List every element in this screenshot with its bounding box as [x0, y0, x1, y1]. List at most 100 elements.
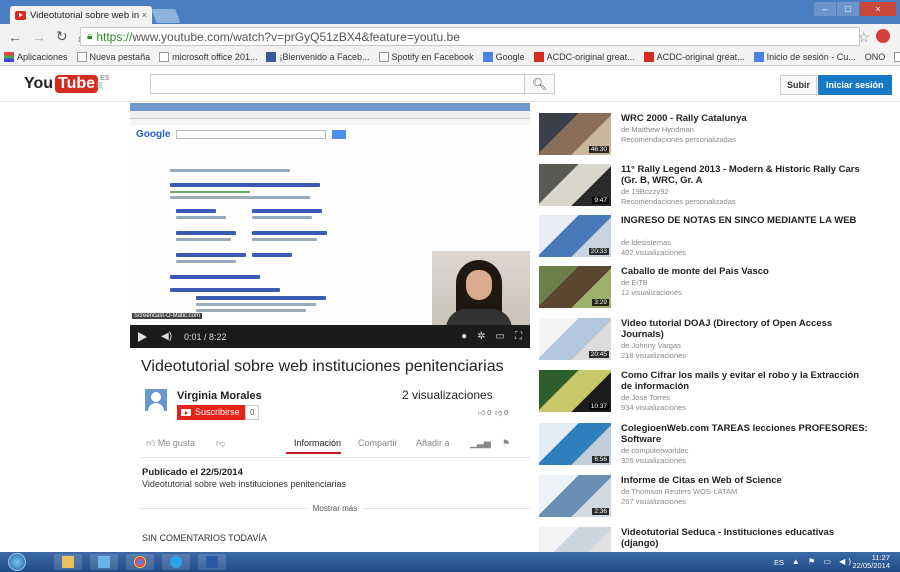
recommended-video[interactable]: 3:29 Caballo de monte del Pais Vasco de Ei…	[539, 266, 879, 316]
thumbs-down-icon: 👎︎	[216, 438, 226, 448]
video-thumbnail[interactable]: 20:45	[539, 318, 611, 360]
dislike-button[interactable]: 👎︎	[216, 438, 225, 449]
clock[interactable]: 11:27 22/05/2014	[852, 554, 890, 570]
bookmark-item[interactable]: ACDC-original great...	[533, 52, 635, 62]
like-count: 0	[487, 410, 492, 417]
recommended-title[interactable]: INGRESO DE NOTAS EN SINCO MEDIANTE LA WE…	[621, 215, 871, 226]
recommended-title[interactable]: 11° Rally Legend 2013 - Modern & Histori…	[621, 164, 871, 186]
recommended-video[interactable]: 20:33 INGRESO DE NOTAS EN SINCO MEDIANTE …	[539, 215, 879, 265]
language-indicator[interactable]: ES	[774, 558, 784, 567]
maximize-icon[interactable]: □	[837, 2, 859, 16]
like-button[interactable]: 👍︎ Me gusta	[146, 438, 195, 449]
tab-share[interactable]: Compartir	[358, 438, 398, 448]
recommended-video[interactable]: 6:56 ColegioenWeb.com TAREAS lecciones PR…	[539, 423, 879, 473]
close-window-icon[interactable]: ×	[860, 2, 896, 16]
recommended-title[interactable]: ColegioenWeb.com TAREAS lecciones PROFES…	[621, 423, 871, 445]
bookmark-item[interactable]: ACDC-original great...	[643, 52, 745, 62]
recommended-title[interactable]: Videotutorial Seduca - Instituciones edu…	[621, 527, 871, 549]
recommended-video[interactable]: 2:36 Informe de Citas en Web of Science de…	[539, 475, 879, 525]
page-bookmark-icon	[76, 52, 87, 62]
stats-icon[interactable]: ▁▃▅	[470, 438, 491, 449]
video-thumbnail[interactable]: 3:29	[539, 266, 611, 308]
video-duration: 10:37	[588, 403, 609, 410]
search-input[interactable]	[150, 74, 525, 94]
bookmark-star-icon[interactable]: ☆	[857, 29, 870, 46]
upload-button[interactable]: Subir	[780, 75, 818, 95]
bookmark-item[interactable]: Spotify en Facebook	[378, 52, 474, 62]
tab-add-to[interactable]: Añadir a	[416, 438, 450, 448]
recommended-channel[interactable]: de Johnny Vargas	[621, 341, 681, 351]
new-tab-button[interactable]	[151, 9, 181, 23]
channel-name[interactable]: Virginia Morales	[177, 390, 262, 402]
fullscreen-icon[interactable]: ⛶	[515, 331, 522, 342]
login-button[interactable]: Iniciar sesión	[818, 75, 892, 95]
recommended-channel[interactable]: de ldesistemas	[621, 238, 671, 248]
recommended-video[interactable]: 46:30 WRC 2000 - Rally Catalunya de Matthe…	[539, 113, 879, 163]
video-thumbnail[interactable]: 2:36	[539, 475, 611, 517]
video-thumbnail[interactable]: 46:30	[539, 113, 611, 155]
webcam-face	[466, 270, 492, 300]
settings-gear-icon[interactable]: ✲	[477, 331, 485, 342]
taskbar-control-panel[interactable]	[90, 554, 118, 570]
recommended-title[interactable]: Informe de Citas en Web of Science	[621, 475, 871, 486]
theater-mode-icon[interactable]: ▭	[496, 331, 505, 342]
recommended-title[interactable]: Video tutorial DOAJ (Directory of Open A…	[621, 318, 871, 340]
video-thumbnail[interactable]: 9:47	[539, 164, 611, 206]
recommended-video[interactable]: 20:45 Video tutorial DOAJ (Directory of O…	[539, 318, 879, 368]
bookmark-item[interactable]: Aplicaciones	[4, 52, 68, 62]
taskbar-word[interactable]	[198, 554, 226, 570]
recommended-title[interactable]: Caballo de monte del Pais Vasco	[621, 266, 871, 277]
video-thumbnail[interactable]: 20:33	[539, 215, 611, 257]
report-flag-icon[interactable]: ⚑	[502, 438, 510, 449]
taskbar-chrome[interactable]	[126, 554, 154, 570]
browser-titlebar: Videotutorial sobre web in × – □ ×	[0, 0, 900, 24]
annotations-icon[interactable]: ●	[461, 331, 467, 342]
recorded-line	[176, 260, 236, 263]
subscribe-button[interactable]: Suscribirse	[177, 405, 245, 420]
bookmark-item[interactable]: ¡Bienvenido a Faceb...	[266, 52, 370, 62]
recorded-browser-tabs	[130, 103, 530, 111]
volume-icon[interactable]: ◀)	[161, 331, 172, 342]
taskbar-skype[interactable]	[162, 554, 190, 570]
recommended-channel[interactable]: de Jose Torres	[621, 393, 670, 403]
recorded-link	[252, 253, 292, 257]
search-button[interactable]: 🔍︎	[525, 74, 555, 94]
bookmark-item[interactable]: Inicio de sesión - Cu...	[753, 52, 856, 62]
video-thumbnail[interactable]: 6:56	[539, 423, 611, 465]
tray-icons[interactable]: ▲ ⚑ ▭ ◀)	[792, 557, 854, 566]
channel-avatar[interactable]	[145, 389, 167, 411]
tab-information[interactable]: Información	[294, 438, 341, 448]
reload-icon[interactable]: ↻	[56, 28, 68, 45]
show-more-button[interactable]: Mostrar más	[306, 504, 364, 513]
minimize-icon[interactable]: –	[814, 2, 836, 16]
play-icon[interactable]	[138, 331, 147, 342]
bookmark-item[interactable]: Nueva pestaña	[76, 52, 150, 62]
bookmark-item[interactable]: Google	[482, 52, 525, 62]
recommended-channel[interactable]: de Matthew Hyndman	[621, 125, 694, 135]
url-text: www.youtube.com/watch?v=prGyQ51zBX4&feat…	[132, 29, 460, 44]
video-duration: 46:30	[588, 146, 609, 153]
video-player[interactable]: Google Screencast-O-Matic.com ◀) 0:01 / …	[130, 103, 530, 348]
guide-menu-icon[interactable]: ≡	[96, 78, 103, 92]
recommended-channel[interactable]: de EiTB	[621, 278, 648, 288]
extension-icon[interactable]	[876, 29, 890, 43]
start-button[interactable]	[8, 553, 26, 571]
browser-tab[interactable]: Videotutorial sobre web in ×	[10, 6, 152, 24]
forward-arrow-icon[interactable]: →	[32, 29, 46, 45]
recommended-channel[interactable]: de 19Bozzy92	[621, 187, 669, 197]
bookmark-item[interactable]: microsoft office 201...	[159, 52, 257, 62]
tab-close-icon[interactable]: ×	[142, 10, 147, 20]
active-tab-indicator	[286, 452, 341, 454]
taskbar-explorer[interactable]	[54, 554, 82, 570]
recommended-title[interactable]: Como Cifrar los mails y evitar el robo y…	[621, 370, 871, 392]
recommended-title[interactable]: WRC 2000 - Rally Catalunya	[621, 113, 871, 124]
address-bar[interactable]: 🔒︎ https:// www.youtube.com/watch?v=prGy…	[80, 27, 860, 46]
bookmark-item[interactable]: ONO	[865, 52, 886, 62]
recommended-channel[interactable]: de computerworldec	[621, 446, 689, 456]
recommended-video[interactable]: 9:47 11° Rally Legend 2013 - Modern & His…	[539, 164, 879, 214]
video-thumbnail[interactable]: 10:37	[539, 370, 611, 412]
bookmark-item[interactable]: Otros Mb-Cj3b - My...	[894, 52, 900, 62]
recommended-channel[interactable]: de Thomson Reuters WOS-LATAM	[621, 487, 737, 497]
back-arrow-icon[interactable]: ←	[8, 29, 22, 45]
recommended-video[interactable]: 10:37 Como Cifrar los mails y evitar el r…	[539, 370, 879, 420]
